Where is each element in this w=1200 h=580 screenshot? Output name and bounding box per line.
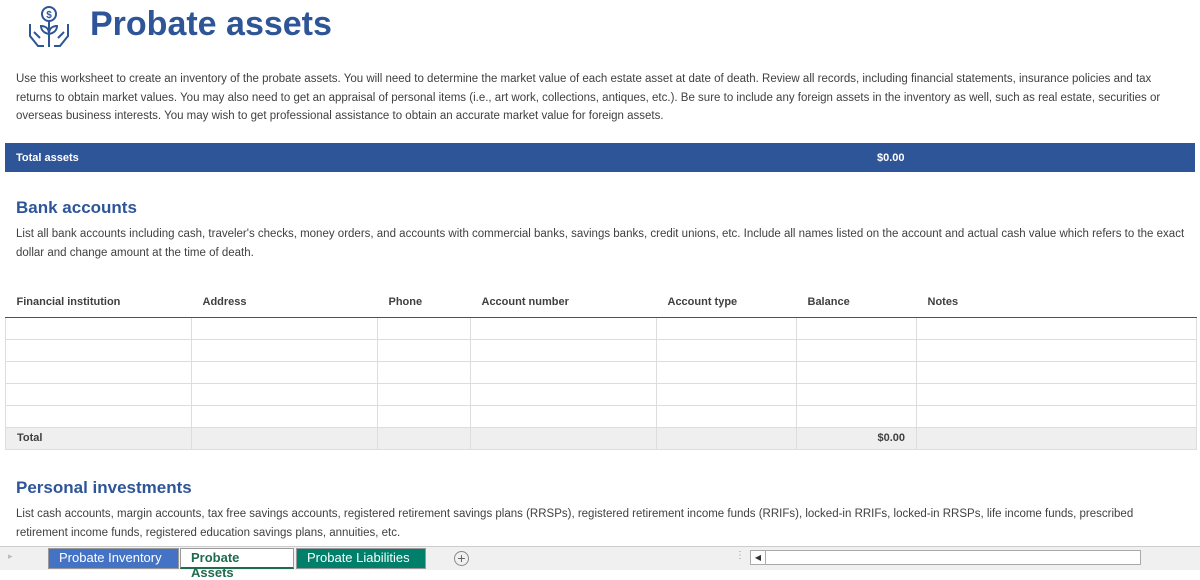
personal-investments-heading: Personal investments: [16, 478, 192, 497]
table-row[interactable]: [5, 382, 1197, 406]
horizontal-scrollbar[interactable]: ◀: [750, 550, 1141, 565]
col-account-number: Account number: [470, 288, 657, 318]
tab-probate-liabilities[interactable]: Probate Liabilities: [296, 548, 426, 569]
scroll-left-icon[interactable]: ◀: [751, 551, 766, 564]
col-phone: Phone: [377, 288, 471, 318]
money-plant-hands-icon: $: [29, 6, 69, 47]
col-account-type: Account type: [656, 288, 797, 318]
total-assets-value: $0.00: [877, 152, 905, 164]
bank-accounts-heading: Bank accounts: [16, 198, 137, 217]
table-header-row: Financial institution Address Phone Acco…: [5, 288, 1197, 318]
total-label: Total: [5, 426, 192, 450]
col-address: Address: [191, 288, 378, 318]
bank-accounts-description: List all bank accounts including cash, t…: [16, 228, 1185, 259]
total-balance: $0.00: [796, 426, 917, 450]
table-row[interactable]: [5, 316, 1197, 340]
col-balance: Balance: [796, 288, 917, 318]
col-financial-institution: Financial institution: [5, 288, 192, 318]
bank-accounts-table: Financial institution Address Phone Acco…: [5, 288, 1197, 450]
col-notes: Notes: [916, 288, 1197, 318]
table-row[interactable]: [5, 338, 1197, 362]
splitter-handle-icon[interactable]: ⋮: [735, 550, 745, 561]
personal-investments-description: List cash accounts, margin accounts, tax…: [16, 508, 1134, 539]
intro-text: Use this worksheet to create an inventor…: [16, 73, 1161, 122]
add-sheet-icon[interactable]: +: [454, 551, 469, 566]
tab-probate-assets[interactable]: Probate Assets: [180, 548, 294, 580]
page-title: Probate assets: [90, 5, 332, 43]
table-row[interactable]: [5, 360, 1197, 384]
tab-probate-inventory[interactable]: Probate Inventory: [48, 548, 179, 569]
scroll-tabs-left-icon[interactable]: ▸: [8, 551, 13, 562]
total-assets-row: Total assets $0.00: [5, 143, 1195, 172]
table-row[interactable]: [5, 404, 1197, 428]
svg-text:$: $: [46, 10, 52, 21]
total-row: Total $0.00: [5, 426, 1197, 450]
total-assets-label: Total assets: [16, 152, 79, 164]
